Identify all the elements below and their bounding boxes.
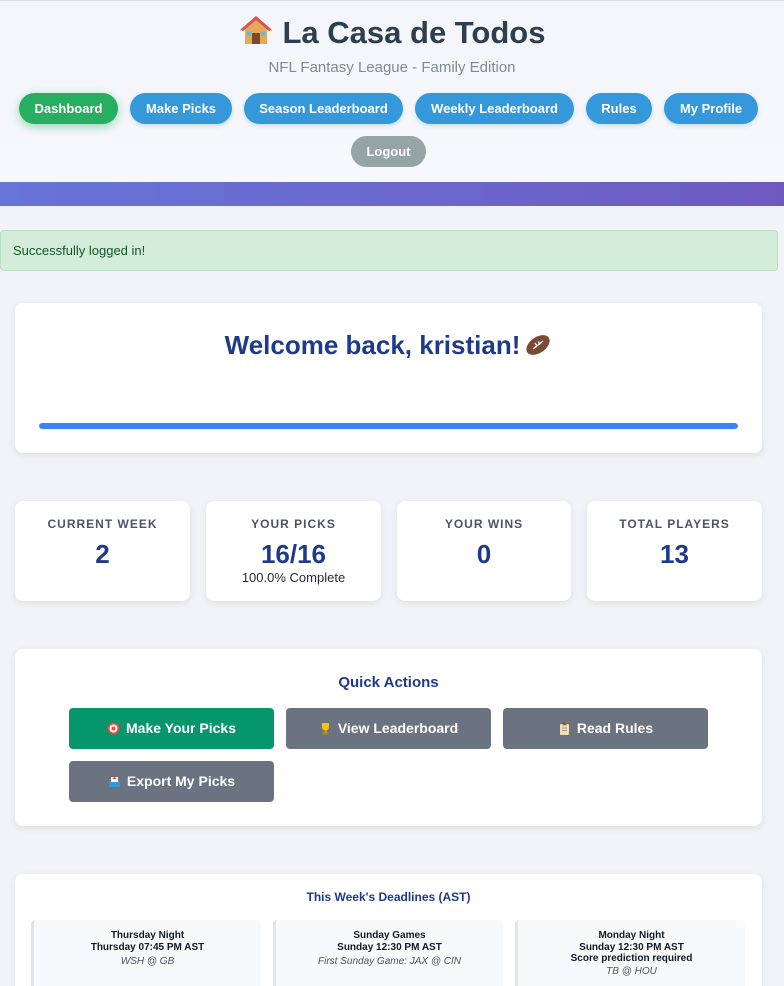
deadline-monday: Monday Night Sunday 12:30 PM AST Score p… bbox=[515, 920, 745, 986]
nav-season-leaderboard[interactable]: Season Leaderboard bbox=[244, 93, 403, 124]
welcome-progress-fill bbox=[39, 423, 738, 429]
make-your-picks-button[interactable]: Make Your Picks bbox=[69, 708, 274, 749]
site-title-text: La Casa de Todos bbox=[282, 15, 546, 50]
quick-actions-title: Quick Actions bbox=[338, 674, 439, 691]
deadline-extra: Score prediction required bbox=[570, 953, 693, 964]
button-label: Make Your Picks bbox=[126, 720, 236, 736]
stat-value: 2 bbox=[95, 539, 110, 569]
quick-actions-card: Quick Actions Make Your Picks View Leade… bbox=[15, 649, 762, 826]
deadline-thursday: Thursday Night Thursday 07:45 PM AST WSH… bbox=[31, 920, 261, 986]
house-icon bbox=[239, 16, 272, 44]
nav-my-profile[interactable]: My Profile bbox=[664, 93, 758, 124]
clipboard-icon bbox=[559, 722, 569, 735]
deadline-game: TB @ HOU bbox=[606, 966, 657, 977]
deadline-heading: Thursday Night bbox=[110, 930, 185, 941]
deadline-heading: Sunday Games bbox=[353, 930, 426, 941]
nav-weekly-leaderboard[interactable]: Weekly Leaderboard bbox=[415, 93, 574, 124]
trophy-icon bbox=[321, 723, 329, 735]
read-rules-button[interactable]: Read Rules bbox=[503, 708, 708, 749]
success-alert: Successfully logged in! bbox=[0, 230, 778, 271]
welcome-card: Welcome back, kristian! bbox=[15, 303, 762, 453]
header-gradient-bar bbox=[0, 182, 784, 206]
stat-value: 16/16 bbox=[260, 539, 327, 569]
stat-card-your-wins: YOUR WINS 0 bbox=[397, 501, 571, 601]
nav-rules[interactable]: Rules bbox=[586, 93, 652, 124]
logout-button[interactable]: Logout bbox=[351, 136, 426, 167]
deadlines-card: This Week's Deadlines (AST) Thursday Nig… bbox=[15, 874, 762, 986]
button-label: Export My Picks bbox=[126, 773, 236, 789]
deadline-time: Thursday 07:45 PM AST bbox=[90, 942, 205, 953]
export-my-picks-button[interactable]: Export My Picks bbox=[69, 761, 274, 802]
deadline-time: Sunday 12:30 PM AST bbox=[337, 942, 442, 953]
deadline-heading: Monday Night bbox=[598, 930, 665, 941]
nav-make-picks[interactable]: Make Picks bbox=[130, 93, 232, 124]
site-header: La Casa de Todos NFL Fantasy League - Fa… bbox=[0, 0, 784, 182]
welcome-progress-bar bbox=[39, 423, 738, 429]
stat-card-current-week: CURRENT WEEK 2 bbox=[15, 501, 190, 601]
site-title: La Casa de Todos bbox=[0, 11, 784, 51]
deadline-game: First Sunday Game: JAX @ CIN bbox=[318, 956, 461, 967]
button-label: View Leaderboard bbox=[337, 720, 459, 736]
nav-dashboard[interactable]: Dashboard bbox=[19, 93, 118, 124]
stat-label: CURRENT WEEK bbox=[47, 517, 158, 531]
stat-subtext: 100.0% Complete bbox=[241, 570, 346, 585]
football-icon bbox=[526, 335, 550, 355]
outbox-icon bbox=[108, 776, 120, 787]
target-icon bbox=[107, 722, 120, 735]
welcome-text: Welcome back, kristian! bbox=[224, 330, 521, 360]
deadline-game: WSH @ GB bbox=[120, 956, 175, 967]
stat-card-your-picks: YOUR PICKS 16/16 100.0% Complete bbox=[206, 501, 381, 601]
deadline-time: Sunday 12:30 PM AST bbox=[579, 942, 684, 953]
stat-label: YOUR WINS bbox=[444, 517, 524, 531]
view-leaderboard-button[interactable]: View Leaderboard bbox=[286, 708, 491, 749]
stat-label: YOUR PICKS bbox=[251, 517, 336, 531]
deadline-sunday: Sunday Games Sunday 12:30 PM AST First S… bbox=[273, 920, 503, 986]
stat-label: TOTAL PLAYERS bbox=[619, 517, 730, 531]
stat-value: 13 bbox=[660, 539, 689, 569]
button-label: Read Rules bbox=[576, 720, 654, 736]
deadlines-title: This Week's Deadlines (AST) bbox=[306, 890, 471, 904]
welcome-title: Welcome back, kristian! bbox=[15, 330, 762, 361]
stat-value: 0 bbox=[476, 539, 492, 569]
stat-card-total-players: TOTAL PLAYERS 13 bbox=[587, 501, 762, 601]
site-subtitle: NFL Fantasy League - Family Edition bbox=[268, 59, 516, 76]
